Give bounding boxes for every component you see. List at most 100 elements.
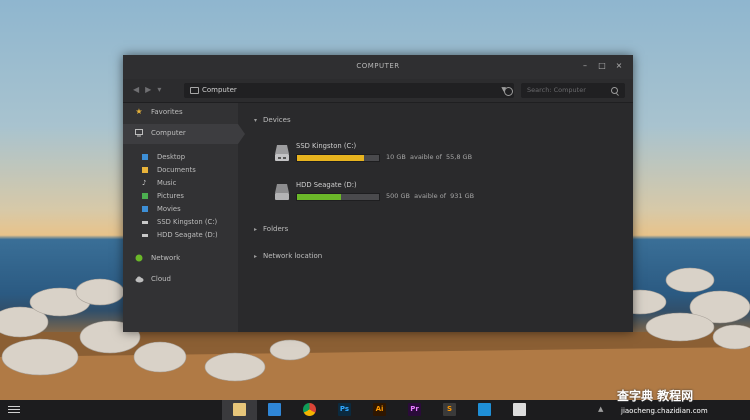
sublime-icon: S: [443, 403, 456, 416]
history-dropdown-icon[interactable]: ▾: [157, 85, 161, 95]
sidebar-item-label: Computer: [151, 129, 186, 137]
toolbar: ◀ ▶ ▾ Computer ▼ Search: Computer: [123, 79, 633, 103]
search-placeholder: Search: Computer: [527, 86, 586, 94]
expand-arrow-icon[interactable]: ▸: [254, 253, 257, 260]
usage-bar: [296, 193, 380, 201]
minimize-button[interactable]: –: [581, 61, 589, 70]
pictures-icon: [142, 193, 148, 199]
drive-icon: [142, 221, 148, 224]
section-folders[interactable]: ▸ Folders: [254, 225, 288, 233]
capacity-label: avaible of: [414, 192, 446, 200]
sidebar-item-cloud[interactable]: Cloud: [123, 270, 238, 290]
music-icon: ♪: [142, 179, 147, 187]
sidebar-item-label: SSD Kingston (C:): [157, 218, 218, 226]
premiere-icon: Pr: [408, 403, 421, 416]
sidebar-item-documents[interactable]: Documents: [123, 164, 238, 177]
drive-ssd-kingston[interactable]: SSD Kingston (C:) 10 GB avaible of 55,8 …: [274, 142, 504, 168]
section-title: Network location: [263, 252, 323, 260]
taskbar-app-dropbox[interactable]: [257, 400, 292, 420]
taskbar-app-vm[interactable]: [467, 400, 502, 420]
watermark-url: jiaocheng.chazidian.com: [621, 407, 708, 415]
taskbar-app-photoshop[interactable]: Ps: [327, 400, 362, 420]
section-title: Folders: [263, 225, 289, 233]
photos-icon: [513, 403, 526, 416]
taskbar-app-premiere[interactable]: Pr: [397, 400, 432, 420]
computer-icon: [190, 87, 199, 94]
search-icon[interactable]: [611, 87, 618, 94]
sidebar-item-label: Documents: [157, 166, 196, 174]
close-button[interactable]: ×: [615, 61, 623, 70]
desktop-icon: [142, 154, 148, 160]
search-input[interactable]: Search: Computer: [521, 83, 625, 98]
sidebar-item-computer[interactable]: Computer: [123, 124, 245, 144]
sidebar-item-hdd-seagate[interactable]: HDD Seagate (D:): [123, 229, 238, 242]
drive-hdd-seagate[interactable]: HDD Seagate (D:) 500 GB avaible of 931 G…: [274, 181, 504, 207]
refresh-icon[interactable]: [504, 87, 513, 96]
folder-icon: [142, 167, 148, 173]
usage-bar-fill: [297, 194, 342, 200]
watermark: 查字典 教程网 jiaocheng.chazidian.com: [617, 387, 750, 420]
sidebar-item-label: HDD Seagate (D:): [157, 231, 218, 239]
taskbar-app-sublime[interactable]: S: [432, 400, 467, 420]
capacity-label: avaible of: [409, 153, 442, 161]
sidebar-item-favorites[interactable]: ★ Favorites: [123, 103, 238, 123]
sidebar-item-desktop[interactable]: Desktop: [123, 151, 238, 164]
menu-icon[interactable]: [8, 406, 20, 414]
vm-icon: [478, 403, 491, 416]
files-icon: [233, 403, 246, 416]
total-space: 931 GB: [450, 192, 475, 200]
forward-button[interactable]: ▶: [145, 85, 151, 95]
sidebar-item-music[interactable]: ♪ Music: [123, 177, 238, 190]
address-bar[interactable]: Computer ▼: [184, 83, 514, 98]
hard-drive-icon: [275, 184, 289, 200]
taskbar-app-files[interactable]: [222, 400, 257, 420]
photoshop-icon: Ps: [338, 403, 351, 416]
section-title: Devices: [263, 116, 291, 124]
main-content: ▾ Devices SSD Kingston (C:) 10 GB avaible…: [238, 103, 633, 332]
drive-icon: [142, 234, 148, 237]
hard-drive-icon: [275, 145, 289, 161]
free-space: 10 GB: [386, 153, 406, 161]
dropbox-icon: [268, 403, 281, 416]
drive-name: HDD Seagate (D:): [296, 181, 357, 189]
collapse-arrow-icon[interactable]: ▾: [254, 117, 257, 124]
section-network-location[interactable]: ▸ Network location: [254, 252, 322, 260]
back-button[interactable]: ◀: [133, 85, 139, 95]
illustrator-icon: Ai: [373, 403, 386, 416]
title-bar[interactable]: COMPUTER – □ ×: [123, 55, 633, 79]
maximize-button[interactable]: □: [598, 61, 606, 70]
cloud-icon: [135, 275, 144, 283]
drive-name: SSD Kingston (C:): [296, 142, 357, 150]
watermark-title: 查字典 教程网: [617, 389, 694, 403]
chrome-icon: [303, 403, 316, 416]
taskbar-app-photos[interactable]: [502, 400, 537, 420]
usage-bar: [296, 154, 380, 162]
sidebar-item-movies[interactable]: Movies: [123, 203, 238, 216]
address-text: Computer: [202, 86, 237, 94]
expand-arrow-icon[interactable]: ▸: [254, 226, 257, 233]
sidebar-item-pictures[interactable]: Pictures: [123, 190, 238, 203]
sidebar: ★ Favorites Computer Desktop Documents ♪…: [123, 103, 245, 332]
free-space: 500 GB: [386, 192, 410, 200]
sidebar-item-network[interactable]: Network: [123, 249, 238, 269]
drive-capacity: 500 GB avaible of 931 GB: [386, 192, 474, 200]
drive-capacity: 10 GB avaible of 55,8 GB: [386, 153, 472, 161]
sidebar-item-label: Movies: [157, 205, 181, 213]
sidebar-item-label: Favorites: [151, 108, 183, 116]
sidebar-item-label: Cloud: [151, 275, 171, 283]
taskbar-app-chrome[interactable]: [292, 400, 327, 420]
taskbar-apps: Ps Ai Pr S: [222, 400, 537, 420]
tray-expand-icon[interactable]: ▲: [598, 405, 603, 413]
sidebar-item-label: Network: [151, 254, 181, 262]
total-space: 55,8 GB: [446, 153, 473, 161]
movies-icon: [142, 206, 148, 212]
network-icon: [135, 254, 143, 262]
window-title: COMPUTER: [356, 62, 400, 70]
computer-icon: [135, 129, 143, 137]
sidebar-item-ssd-kingston[interactable]: SSD Kingston (C:): [123, 216, 238, 229]
sidebar-item-label: Desktop: [157, 153, 186, 161]
section-devices[interactable]: ▾ Devices: [254, 116, 291, 124]
star-icon: ★: [135, 107, 143, 116]
taskbar-app-illustrator[interactable]: Ai: [362, 400, 397, 420]
sidebar-item-label: Music: [157, 179, 177, 187]
